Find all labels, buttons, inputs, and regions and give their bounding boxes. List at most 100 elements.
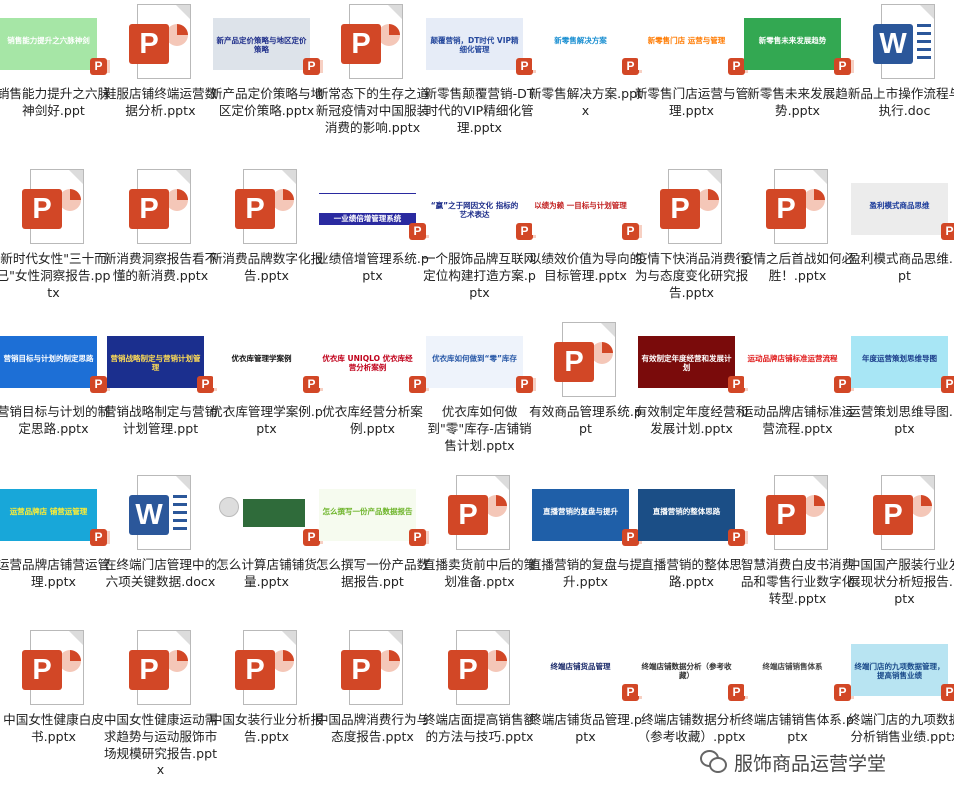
- page-fold: [920, 476, 934, 490]
- slide-thumbnail: 盈利模式商品思维: [851, 183, 948, 235]
- file-item[interactable]: P 鞋服店铺终端运营数据分析.pptx: [104, 0, 217, 160]
- slide-thumbnail: 以绩为赖 一目标与计划管理: [532, 183, 629, 235]
- slide-title: 新零售未来发展趋势: [758, 36, 827, 45]
- slide-thumbnail: 新零售未来发展趋势: [744, 18, 841, 70]
- powerpoint-badge-icon: P: [516, 223, 536, 240]
- slide-thumbnail: 销售能力提升之六脉神剑: [0, 18, 97, 70]
- text-lines-graphic: [173, 495, 187, 535]
- slide-title: 运营品牌店 铺营运管理: [9, 507, 88, 516]
- file-name: 新零售门店运营与管理.pptx: [634, 86, 749, 118]
- slide-thumbnail: 终端店铺货品管理: [532, 644, 629, 696]
- powerpoint-file-icon: P: [129, 4, 191, 79]
- file-item[interactable]: 怎么撰写一份产品数据报告 P 怎么撰写一份产品数据报告.ppt: [316, 471, 429, 631]
- word-file-icon: W: [129, 475, 191, 550]
- file-item[interactable]: 营销目标与计划的制定思路 P 营销目标与计划的制定思路.pptx: [0, 318, 110, 478]
- page-fold: [388, 5, 402, 19]
- file-item[interactable]: 优衣库 UNIQLO 优衣库经营分析案例 P 优衣库经营分析案例.pptx: [319, 318, 429, 478]
- pie-graphic: [910, 495, 932, 517]
- powerpoint-file-icon: P: [554, 322, 616, 397]
- file-name: 运营策划思维导图.pptx: [848, 404, 954, 436]
- file-item[interactable]: P 直播卖货前中后的策划准备.pptx: [423, 471, 536, 631]
- file-name: 中国国产服装行业发展现状分析短报告.pptx: [847, 557, 954, 606]
- file-item[interactable]: 营销战略制定与营销计划管理 P 营销战略制定与营销计划管理.ppt: [104, 318, 217, 478]
- powerpoint-file-icon: P: [873, 475, 935, 550]
- page-fold: [920, 5, 934, 19]
- file-name: 新消费品牌数字化报告.pptx: [209, 251, 324, 283]
- slide-thumbnail: 新产品定价策略与地区定价策略: [213, 18, 310, 70]
- file-item[interactable]: 一业绩倍增管理系统 P 业绩倍增管理系统.pptx: [316, 165, 429, 325]
- file-item[interactable]: 有效制定年度经营和发展计划 P 有效制定年度经营和发展计划.pptx: [635, 318, 748, 478]
- slide-title: “赢”之于网因文化 指标的艺术表达: [430, 201, 519, 219]
- file-name: 运动品牌店铺标准运营流程.pptx: [740, 404, 855, 436]
- w-letter-badge: W: [873, 24, 913, 64]
- slide-thumbnail: 运动品牌店铺标准运营流程: [744, 336, 841, 388]
- powerpoint-badge-icon: P: [941, 223, 954, 240]
- file-item[interactable]: 年度运营策划思维导图 P 运营策划思维导图.pptx: [848, 318, 954, 478]
- file-name: 直播营销的复盘与提升.pptx: [528, 557, 643, 589]
- file-item[interactable]: P 智慧消费白皮书消费品和零售行业数字化转型.pptx: [741, 471, 854, 631]
- file-name: 终端店面提高销售额的方法与技巧.pptx: [422, 712, 537, 744]
- pie-graphic: [803, 495, 825, 517]
- file-item[interactable]: 直播营销的复盘与提升 P 直播营销的复盘与提升.pptx: [529, 471, 642, 631]
- pie-graphic: [59, 650, 81, 672]
- file-item[interactable]: 优衣库如何做到“零”库存 P 优衣库如何做到"零"库存-店铺销售计划.pptx: [426, 318, 536, 478]
- file-item[interactable]: 新零售解决方案 P 新零售解决方案.pptx: [529, 0, 642, 160]
- p-letter-badge: P: [554, 342, 594, 382]
- file-item[interactable]: P 中国女性健康运动需求趋势与运动服饰市场规模研究报告.pptx: [104, 626, 217, 786]
- word-file-icon: W: [873, 4, 935, 79]
- file-item[interactable]: P 新时代女性"三十而已"女性洞察报告.pptx: [0, 165, 110, 325]
- file-name: 疫情之后首战如何必胜！.pptx: [740, 251, 855, 283]
- file-item[interactable]: P 中国女性健康白皮书.pptx: [0, 626, 107, 786]
- page-fold: [176, 476, 190, 490]
- slide-title: 运动品牌店铺标准运营流程: [747, 354, 838, 363]
- slide-title: 以绩为赖 一目标与计划管理: [534, 201, 627, 210]
- slide-rule: [319, 193, 416, 194]
- file-item[interactable]: W 在终端门店管理中的六项关键数据.docx: [104, 471, 217, 631]
- file-item[interactable]: P 中国女装行业分析报告.pptx: [210, 626, 323, 786]
- p-letter-badge: P: [448, 650, 488, 690]
- file-name: 在终端门店管理中的六项关键数据.docx: [103, 557, 218, 589]
- powerpoint-badge-icon: P: [834, 58, 854, 75]
- file-name: 新零售未来发展趋势.pptx: [747, 86, 848, 118]
- file-item[interactable]: P 疫情下快消品消费行为与态度变化研究报告.pptx: [635, 165, 748, 325]
- powerpoint-file-icon: P: [235, 630, 297, 705]
- file-item[interactable]: P 中国品牌消费行为与态度报告.pptx: [316, 626, 429, 786]
- file-item[interactable]: 盈利模式商品思维 P 盈利模式商品思维.ppt: [848, 165, 954, 325]
- file-item[interactable]: “赢”之于网因文化 指标的艺术表达 P 一个服饰品牌互联网定位构建打造方案.pptx: [423, 165, 536, 325]
- file-item[interactable]: P 新常态下的生存之道新冠疫情对中国服装消费的影响.pptx: [316, 0, 429, 160]
- file-item[interactable]: 新零售门店 运营与管理 P 新零售门店运营与管理.pptx: [635, 0, 748, 160]
- slide-thumbnail: 运营品牌店 铺营运管理: [0, 489, 97, 541]
- powerpoint-badge-icon: P: [90, 529, 110, 546]
- powerpoint-badge-icon: P: [303, 376, 323, 393]
- file-item[interactable]: P 有效商品管理系统.ppt: [529, 318, 642, 478]
- powerpoint-badge-icon: P: [728, 684, 748, 701]
- file-name: 销售能力提升之六脉神剑好.ppt: [0, 86, 111, 118]
- file-item[interactable]: 颠覆营销，DT时代 VIP精细化管理 P 新零售颠覆营销-DT时代的VIP精细化管理…: [424, 0, 536, 160]
- powerpoint-badge-icon: P: [622, 58, 642, 75]
- file-item[interactable]: 新零售未来发展趋势 P 新零售未来发展趋势.pptx: [744, 0, 854, 160]
- file-item[interactable]: P 终端店面提高销售额的方法与技巧.pptx: [423, 626, 536, 786]
- pie-graphic: [272, 189, 294, 211]
- file-item[interactable]: P 新消费洞察报告看不懂的新消费.pptx: [104, 165, 217, 325]
- file-item[interactable]: P 怎么计算店铺铺货量.pptx: [213, 471, 323, 631]
- file-item[interactable]: P 疫情之后首战如何必胜！.pptx: [741, 165, 854, 325]
- slide-thumbnail: 优衣库如何做到“零”库存: [426, 336, 523, 388]
- file-item[interactable]: 运营品牌店 铺营运管理 P 运营品牌店铺营运管理.pptx: [0, 471, 110, 631]
- powerpoint-badge-icon: P: [728, 529, 748, 546]
- file-name: 终端店铺数据分析（参考收藏）.pptx: [637, 712, 746, 744]
- file-item[interactable]: P 新消费品牌数字化报告.pptx: [210, 165, 323, 325]
- file-item[interactable]: 直播营销的整体思路 P 直播营销的整体思路.pptx: [638, 471, 748, 631]
- file-item[interactable]: 终端店铺货品管理 P 终端店铺货品管理.pptx: [529, 626, 642, 786]
- powerpoint-badge-icon: P: [303, 58, 323, 75]
- file-item[interactable]: W 新品上市操作流程与执行.doc: [848, 0, 954, 160]
- powerpoint-badge-icon: P: [90, 376, 110, 393]
- file-item[interactable]: 优衣库管理学案例 P 优衣库管理学案例.pptx: [210, 318, 323, 478]
- file-item[interactable]: 销售能力提升之六脉神剑 P 销售能力提升之六脉神剑好.ppt: [0, 0, 110, 160]
- file-name: 一个服饰品牌互联网定位构建打造方案.pptx: [422, 251, 537, 300]
- file-item[interactable]: 新产品定价策略与地区定价策略 P 新产品定价策略与地区定价策略.pptx: [210, 0, 323, 160]
- file-item[interactable]: 运动品牌店铺标准运营流程 P 运动品牌店铺标准运营流程.pptx: [741, 318, 854, 478]
- pie-graphic: [485, 650, 507, 672]
- file-item[interactable]: 以绩为赖 一目标与计划管理 P 以绩效价值为导向的目标管理.pptx: [529, 165, 642, 325]
- slide-thumbnail: 新零售门店 运营与管理: [638, 18, 735, 70]
- file-item[interactable]: P 中国国产服装行业发展现状分析短报告.pptx: [848, 471, 954, 631]
